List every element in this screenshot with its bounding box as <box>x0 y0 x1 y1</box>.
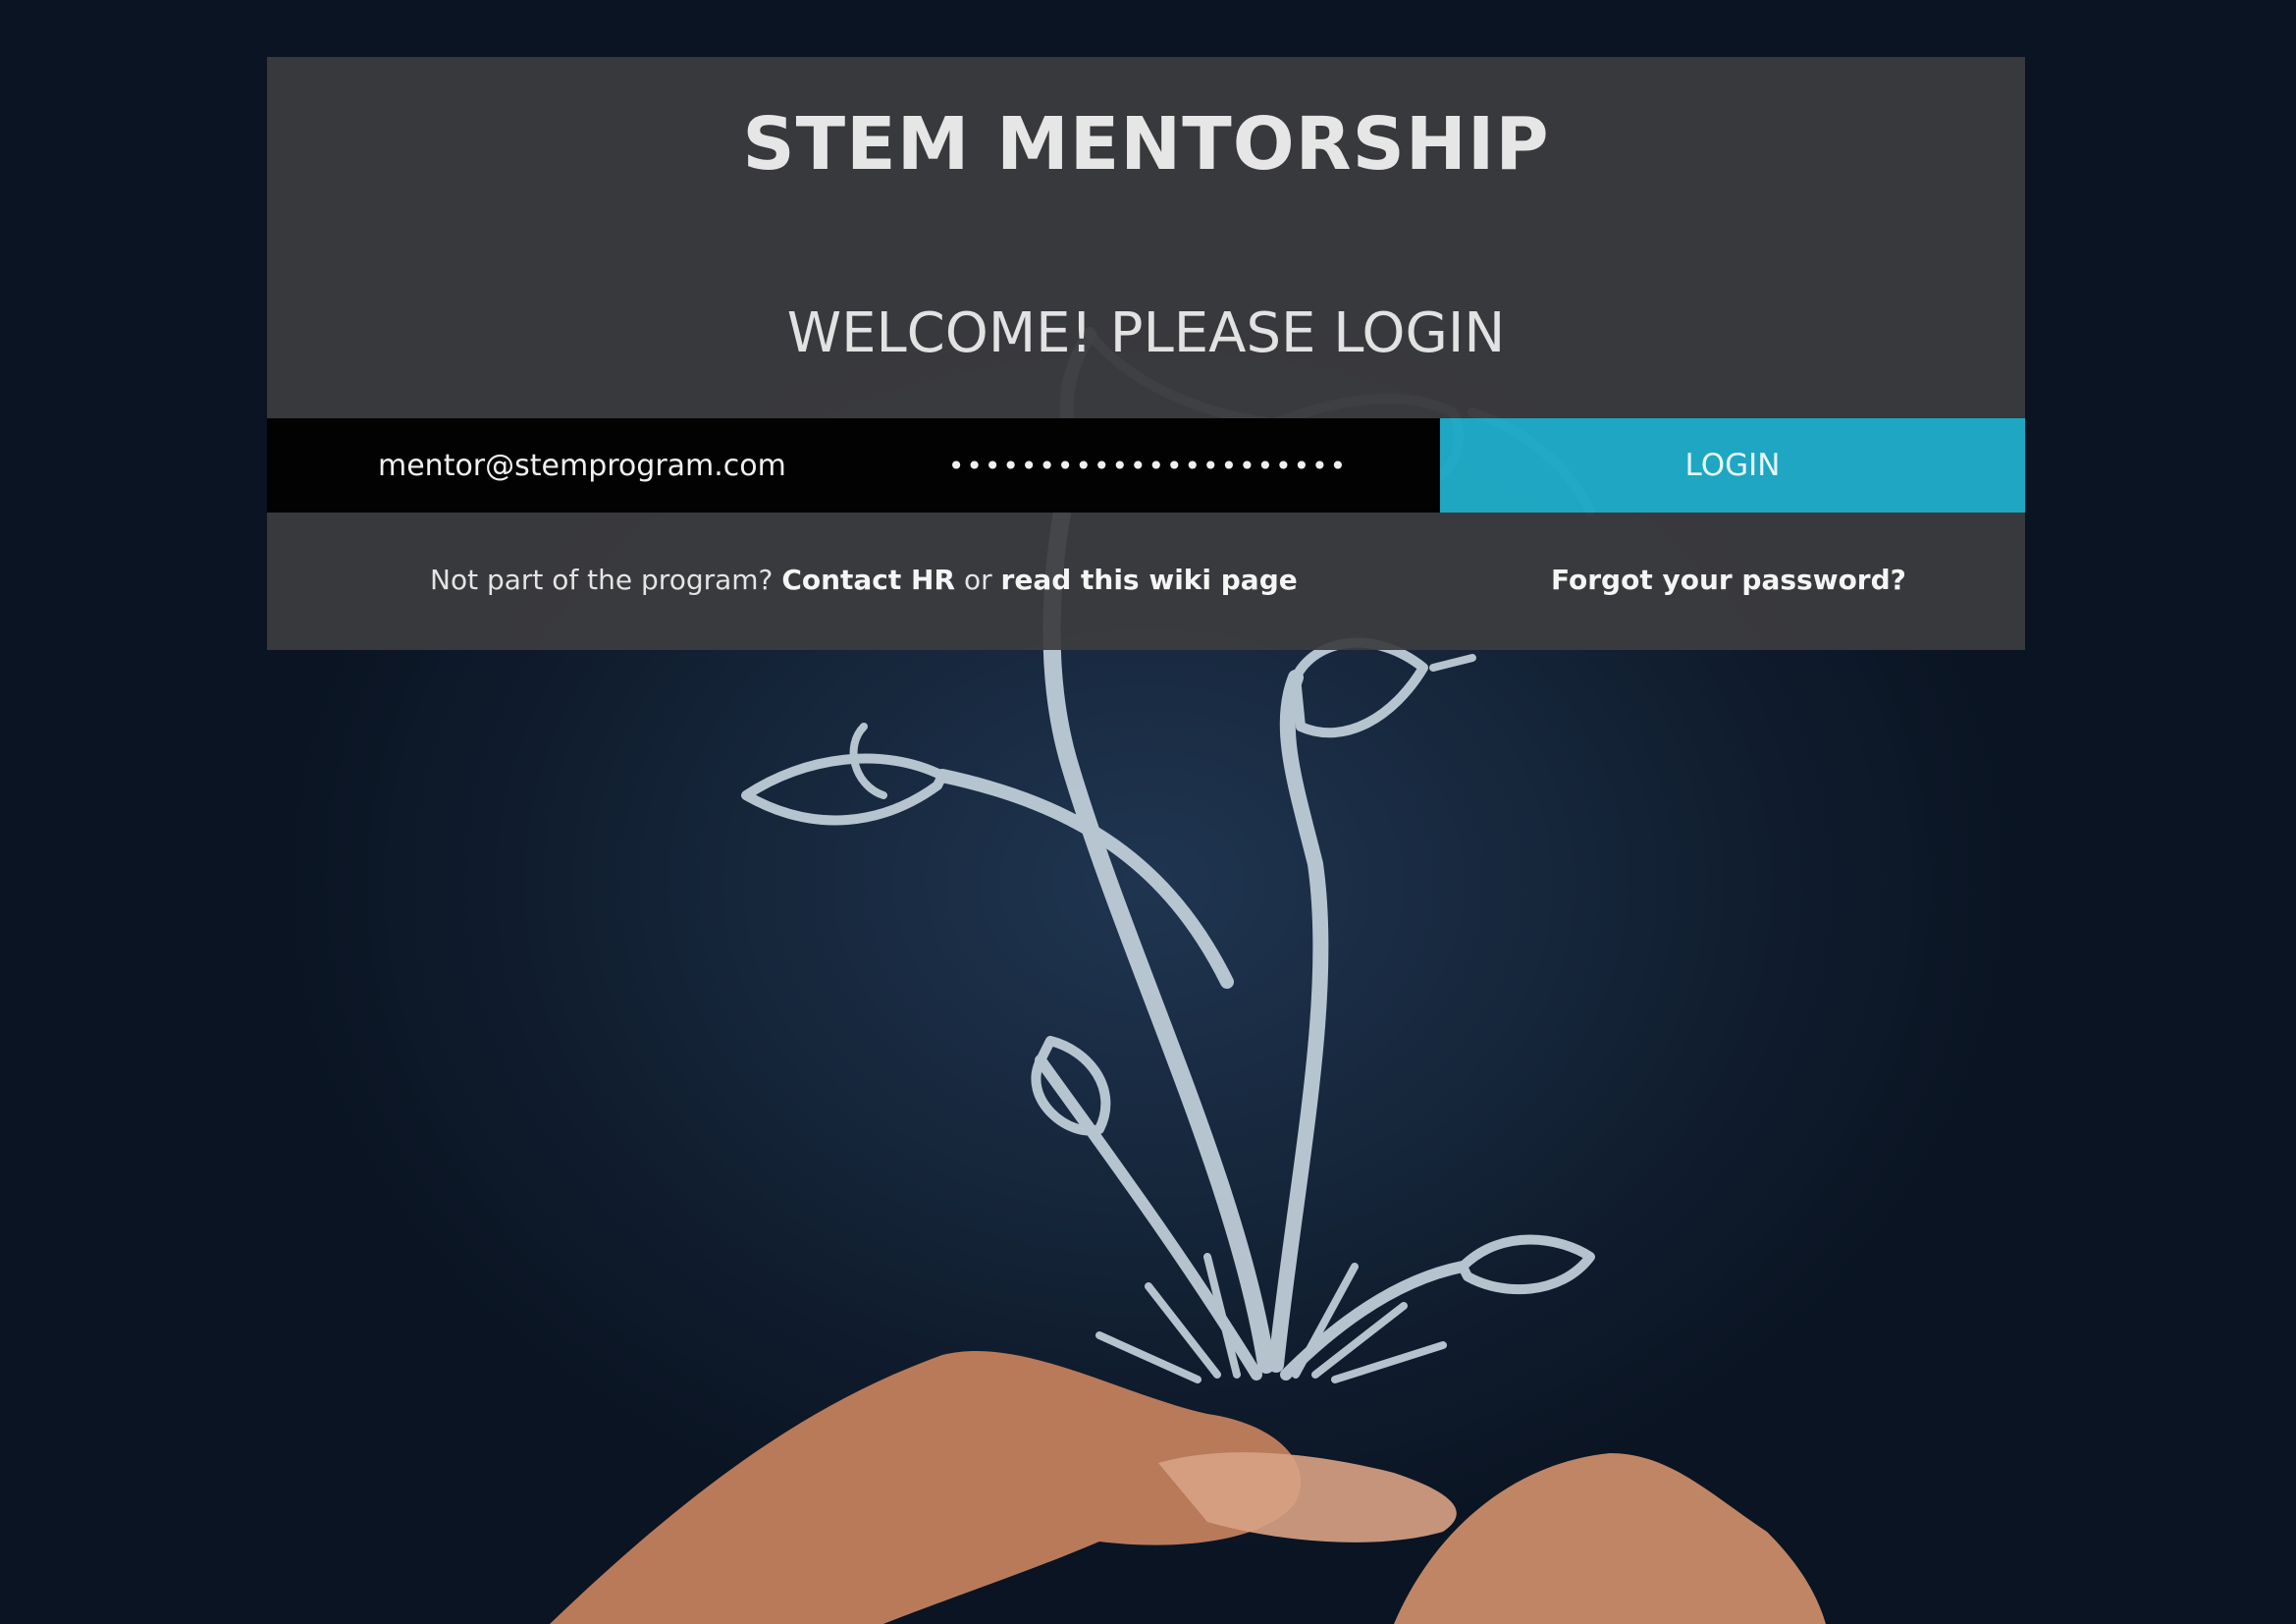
panel-header: STEM MENTORSHIP WELCOME! PLEASE LOGIN <box>267 57 2025 418</box>
right-hand <box>1394 1453 1826 1624</box>
login-button[interactable]: LOGIN <box>1440 418 2025 513</box>
help-or-text: or <box>963 564 992 596</box>
email-field[interactable] <box>267 418 856 513</box>
password-field[interactable] <box>856 418 1440 513</box>
help-prefix: Not part of the program? <box>430 564 774 596</box>
page-title: STEM MENTORSHIP <box>742 102 1550 187</box>
wiki-page-link[interactable]: read this wiki page <box>1001 564 1298 596</box>
help-text: Not part of the program? Contact HR or r… <box>430 564 1298 596</box>
login-form: LOGIN <box>267 418 2025 513</box>
login-panel: STEM MENTORSHIP WELCOME! PLEASE LOGIN LO… <box>267 57 2025 650</box>
contact-hr-link[interactable]: Contact HR <box>781 564 955 596</box>
welcome-heading: WELCOME! PLEASE LOGIN <box>786 301 1506 365</box>
forgot-password-link[interactable]: Forgot your password? <box>1551 564 1906 596</box>
help-footer: Not part of the program? Contact HR or r… <box>267 513 2025 650</box>
